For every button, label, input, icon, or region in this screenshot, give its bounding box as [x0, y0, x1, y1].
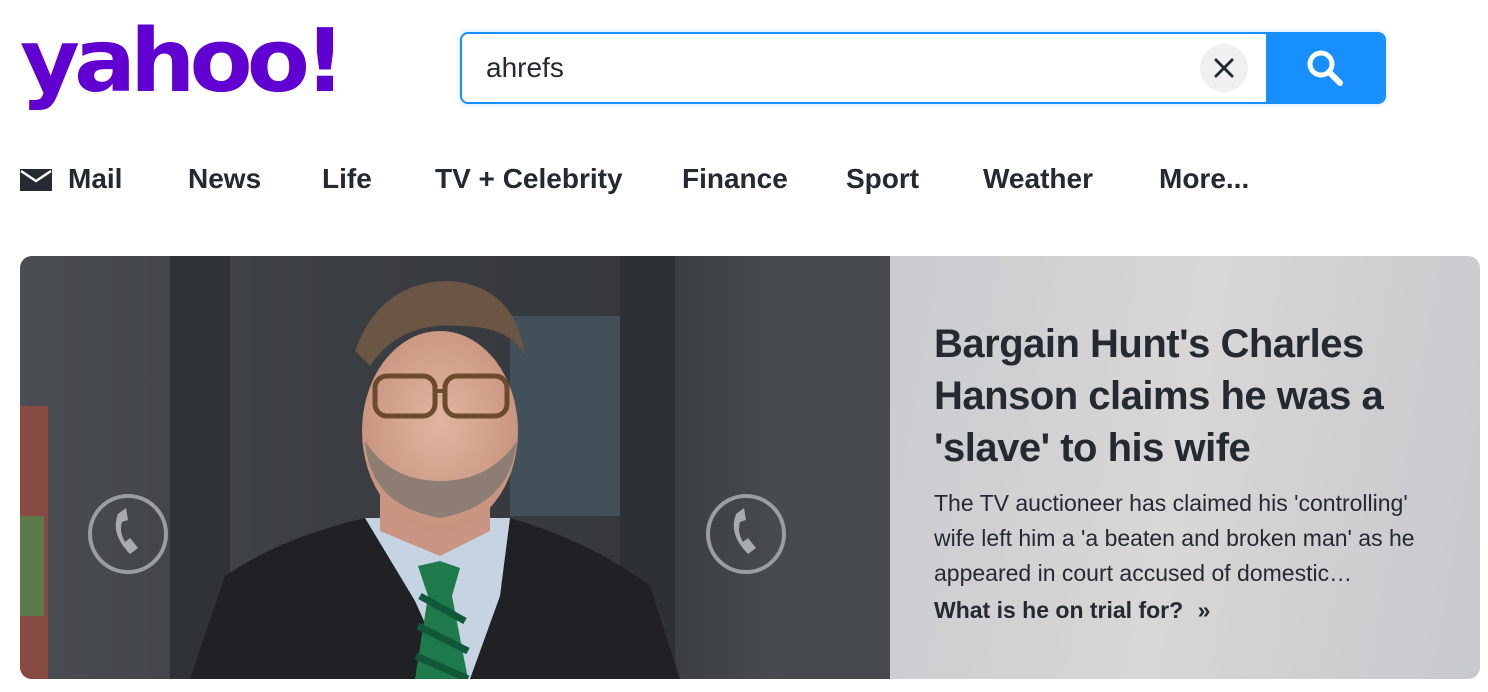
- yahoo-logo[interactable]: yahoo!: [20, 18, 360, 128]
- hero-text-block: Bargain Hunt's Charles Hanson claims he …: [934, 318, 1454, 624]
- logo-text: yahoo!: [20, 10, 346, 113]
- search-button[interactable]: [1266, 34, 1384, 102]
- hero-image[interactable]: [20, 256, 890, 679]
- read-more-label: What is he on trial for?: [934, 597, 1184, 623]
- nav-item-news[interactable]: News: [188, 160, 261, 198]
- search-icon: [1307, 50, 1343, 86]
- close-icon: [1214, 58, 1234, 78]
- clear-search-button[interactable]: [1200, 44, 1248, 92]
- search-bar: [460, 32, 1386, 104]
- hero-summary: The TV auctioneer has claimed his 'contr…: [934, 490, 1415, 586]
- search-input[interactable]: [486, 34, 1186, 102]
- nav-item-mail[interactable]: Mail: [68, 160, 122, 198]
- chevron-right-icon: »: [1197, 597, 1211, 623]
- mail-icon[interactable]: [20, 169, 52, 191]
- nav-item-sport[interactable]: Sport: [846, 160, 919, 198]
- hero-read-more-link[interactable]: What is he on trial for? »: [934, 597, 1210, 624]
- nav-item-weather[interactable]: Weather: [983, 160, 1093, 198]
- nav-item-tv-celebrity[interactable]: TV + Celebrity: [435, 160, 623, 198]
- hero-headline[interactable]: Bargain Hunt's Charles Hanson claims he …: [934, 318, 1454, 474]
- nav-item-life[interactable]: Life: [322, 160, 372, 198]
- nav-item-more[interactable]: More...: [1159, 160, 1249, 198]
- nav-item-finance[interactable]: Finance: [682, 160, 788, 198]
- hero-story-card[interactable]: Bargain Hunt's Charles Hanson claims he …: [20, 256, 1480, 679]
